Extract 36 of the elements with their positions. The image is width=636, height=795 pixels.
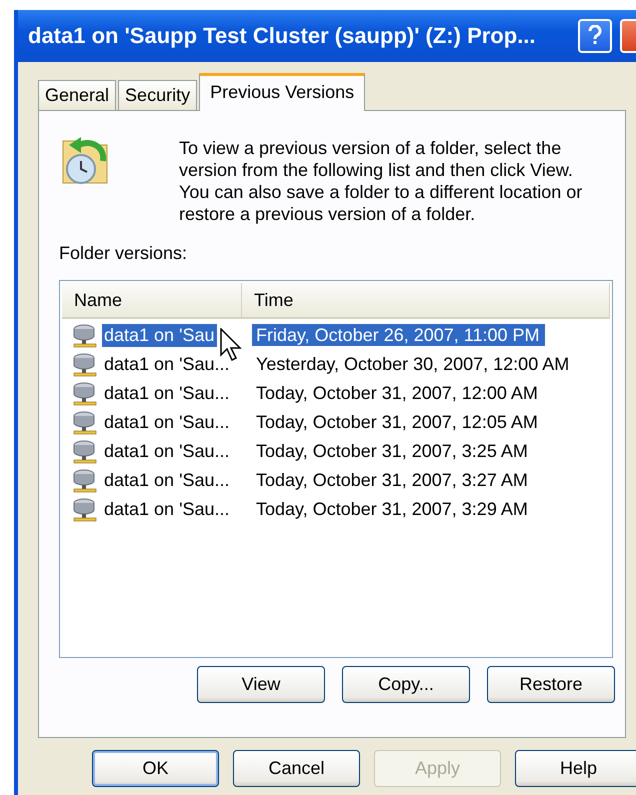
folder-versions-label: Folder versions:	[59, 243, 188, 264]
version-row[interactable]: data1 on 'Sau... Today, October 31, 2007, 3:27 AM	[60, 466, 612, 495]
column-header[interactable]: Time	[242, 283, 610, 317]
dialog-button[interactable]: OK	[92, 750, 219, 787]
time-cell: Friday, October 26, 2007, 11:00 PM	[252, 324, 546, 346]
time-cell-text: Today, October 31, 2007, 3:27 AM	[255, 469, 529, 491]
version-action-button[interactable]: View	[197, 666, 325, 703]
name-cell-text: data1 on 'Sau...	[103, 498, 231, 521]
version-action-button[interactable]: Copy...	[342, 666, 470, 703]
dialog-button[interactable]: Help	[515, 750, 636, 787]
instructions-text: To view a previous version of a folder, select the version from the following list and then click View. You can also save a folder to a different location or restore a previous version of a folder.	[179, 137, 584, 225]
window-title: data1 on 'Saupp Test Cluster (saupp)' (Z:) Prop...	[28, 23, 537, 49]
dialog-button[interactable]: Cancel	[233, 750, 360, 787]
name-cell-text: data1 on 'Sau...	[103, 382, 231, 405]
name-cell-text: data1 on 'Sau...	[103, 469, 231, 492]
time-cell-text: Today, October 31, 2007, 3:29 AM	[255, 498, 529, 520]
time-cell-text: Today, October 31, 2007, 12:05 AM	[255, 411, 539, 433]
name-cell-text: data1 on 'Sau...	[103, 353, 231, 376]
time-cell-text: Today, October 31, 2007, 3:25 AM	[255, 440, 529, 462]
time-cell-text: Yesterday, October 30, 2007, 12:00 AM	[255, 353, 570, 375]
tab[interactable]: General	[38, 80, 116, 110]
version-row[interactable]: data1 on 'Sau... Today, October 31, 2007, 3:25 AM	[60, 437, 612, 466]
help-icon[interactable]	[578, 19, 612, 53]
version-row[interactable]: data1 on 'Sau Friday, October 26, 2007, 11:00 PM	[60, 321, 612, 350]
time-cell-text: Today, October 31, 2007, 12:00 AM	[255, 382, 539, 404]
name-cell: data1 on 'Sau	[102, 324, 217, 347]
name-cell-text: data1 on 'Sau...	[103, 440, 231, 463]
column-header[interactable]: Name	[62, 283, 242, 317]
version-action-button[interactable]: Restore	[487, 666, 615, 703]
version-row[interactable]: data1 on 'Sau... Today, October 31, 2007, 12:05 AM	[60, 408, 612, 437]
tab[interactable]: Security	[118, 80, 198, 110]
version-row[interactable]: data1 on 'Sau... Today, October 31, 2007, 12:00 AM	[60, 379, 612, 408]
version-row[interactable]: data1 on 'Sau... Today, October 31, 2007, 3:29 AM	[60, 495, 612, 524]
version-row[interactable]: data1 on 'Sau... Yesterday, October 30, 2007, 12:00 AM	[60, 350, 612, 379]
tab[interactable]: Previous Versions	[199, 73, 366, 111]
name-cell-text: data1 on 'Sau...	[103, 411, 231, 434]
